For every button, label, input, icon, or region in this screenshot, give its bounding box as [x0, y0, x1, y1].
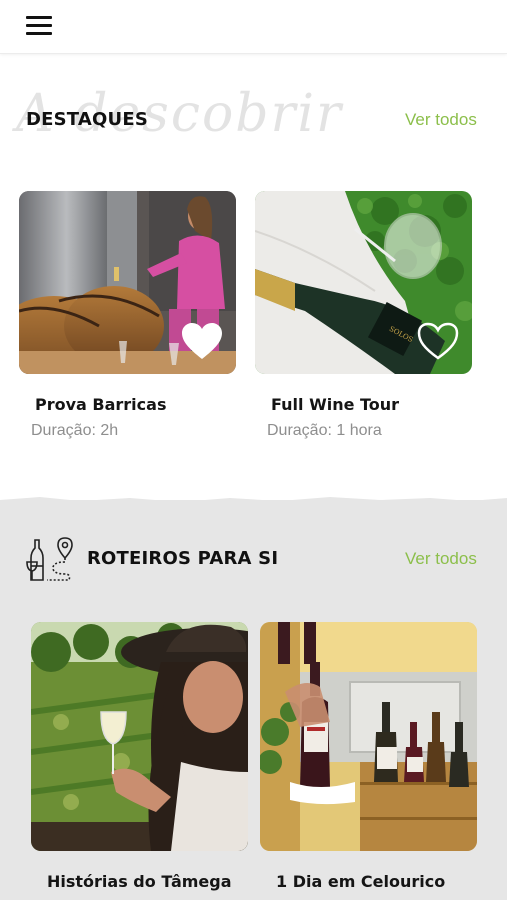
- wine-route-icon: [26, 537, 73, 581]
- card-title: Prova Barricas: [35, 395, 167, 414]
- heart-icon[interactable]: [180, 321, 224, 361]
- torn-paper-divider: [0, 497, 507, 508]
- card-image-wine-bottles: [260, 622, 477, 851]
- card-duration: Duração: 2h: [31, 422, 119, 439]
- card-title: Full Wine Tour: [271, 395, 400, 414]
- hamburger-menu-icon[interactable]: [26, 16, 52, 36]
- top-app-bar: [0, 0, 507, 54]
- section-title-routes: ROTEIROS PARA SI: [87, 548, 279, 569]
- card-title: 1 Dia em Celourico: [276, 872, 446, 891]
- card-image-vineyard-woman: [31, 622, 248, 851]
- card-title: Histórias do Tâmega: [47, 872, 232, 891]
- see-all-routes-link[interactable]: Ver todos: [405, 549, 477, 569]
- section-title-highlights: DESTAQUES: [26, 109, 148, 130]
- card-duration: Duração: 1 hora: [267, 422, 382, 439]
- see-all-highlights-link[interactable]: Ver todos: [405, 110, 477, 130]
- heart-outline-icon[interactable]: [416, 321, 460, 361]
